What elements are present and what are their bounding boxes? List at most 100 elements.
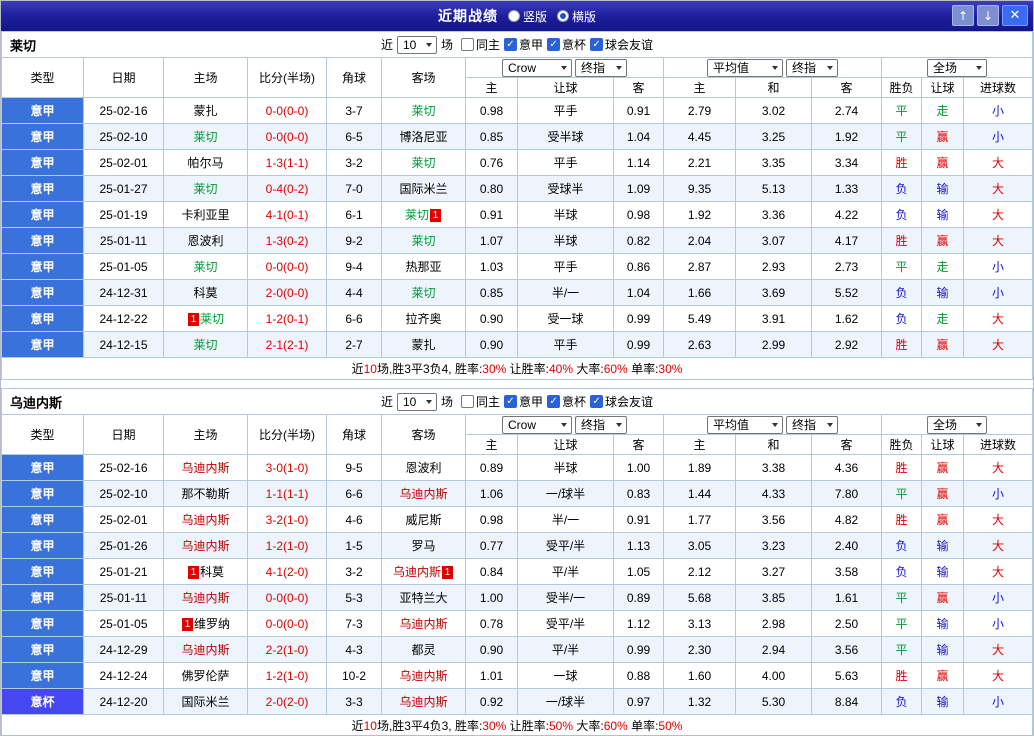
summary-part: 10 — [363, 719, 377, 733]
odds-stage-select[interactable]: 终指 — [575, 415, 627, 434]
avg-draw-odds-cell: 3.07 — [735, 227, 812, 254]
result-cell: 平 — [881, 123, 922, 150]
layout-radio-checked[interactable]: 横版 — [557, 8, 596, 25]
col-header-away: 客场 — [381, 414, 466, 455]
filter-checkbox[interactable]: ✓ 意杯 — [547, 393, 586, 410]
matches-label: 场 — [440, 38, 453, 52]
team-name: 莱切 — [193, 182, 218, 196]
away-odds-cell: 0.99 — [613, 331, 664, 358]
match-count-select[interactable]: 10 — [396, 35, 437, 54]
dropdown-arrow-icon — [772, 423, 778, 430]
league-type-cell: 意甲 — [1, 584, 84, 611]
avg-home-odds-cell: 1.60 — [663, 662, 736, 689]
match-row: 意甲 24-12-31 科莫 2-0(0-0) 4-4 莱切 0.85 半/一 … — [1, 279, 1033, 306]
match-row: 意甲 25-01-11 恩波利 1-3(0-2) 9-2 莱切 1.07 半球 … — [1, 227, 1033, 254]
team-name: 罗马 — [411, 539, 436, 553]
filter-checkbox[interactable]: ✓ 意甲 — [504, 36, 543, 53]
corner-cell: 1-5 — [326, 532, 382, 559]
avg-home-odds-cell: 2.21 — [663, 149, 736, 176]
avg-draw-odds-cell: 4.33 — [735, 480, 812, 507]
filter-checkbox[interactable]: 同主 — [460, 36, 500, 53]
goals-result-cell: 大 — [963, 662, 1033, 689]
date-cell: 24-12-29 — [83, 636, 164, 663]
bookmaker-select[interactable]: Crow — [502, 415, 572, 434]
col-header-home: 主场 — [163, 57, 248, 98]
checkbox-label: 意杯 — [562, 395, 587, 409]
team-name: 莱切 — [411, 234, 436, 248]
scope-select[interactable]: 全场 — [927, 415, 987, 434]
filter-checkbox[interactable]: ✓ 球会友谊 — [590, 36, 653, 53]
avg-home-odds-cell: 4.45 — [663, 123, 736, 150]
average-select[interactable]: 平均值 — [707, 58, 783, 77]
subcol-avg-draw: 和 — [735, 77, 812, 98]
match-row: 意甲 25-01-05 莱切 0-0(0-0) 9-4 热那亚 1.03 平手 … — [1, 253, 1033, 280]
team-name-heading: 莱切 — [10, 38, 37, 53]
handicap-cell: 受半球 — [517, 123, 614, 150]
avg-home-odds-cell: 1.92 — [663, 201, 736, 228]
handicap-result-cell: 赢 — [921, 454, 964, 481]
goals-result-cell: 大 — [963, 331, 1033, 358]
handicap-cell: 受平/半 — [517, 532, 614, 559]
close-button[interactable]: ✕ — [1002, 5, 1028, 26]
filter-checkbox[interactable]: ✓ 球会友谊 — [590, 393, 653, 410]
corner-cell: 6-6 — [326, 480, 382, 507]
summary-part: 让胜率: — [506, 362, 549, 376]
filter-checkbox[interactable]: 同主 — [460, 393, 500, 410]
checkbox-label: 意甲 — [519, 395, 544, 409]
subcol-handicap-result: 让球 — [921, 434, 964, 455]
avg-home-odds-cell: 5.68 — [663, 584, 736, 611]
match-count-select[interactable]: 10 — [396, 392, 437, 411]
avg-odds-stage-select[interactable]: 终指 — [786, 58, 838, 77]
date-cell: 24-12-20 — [83, 688, 164, 715]
corner-cell: 4-4 — [326, 279, 382, 306]
scroll-up-button[interactable]: ↑ — [952, 5, 974, 26]
dropdown-arrow-icon — [561, 423, 567, 430]
average-select[interactable]: 平均值 — [707, 415, 783, 434]
avg-odds-stage-select[interactable]: 终指 — [786, 415, 838, 434]
subcol-home-odds: 主 — [465, 77, 518, 98]
handicap-result-cell: 赢 — [921, 506, 964, 533]
odds-stage-select[interactable]: 终指 — [575, 58, 627, 77]
avg-away-odds-cell: 5.63 — [811, 662, 882, 689]
goals-result-cell: 小 — [963, 584, 1033, 611]
dropdown-arrow-icon — [976, 66, 982, 73]
avg-away-odds-cell: 2.50 — [811, 610, 882, 637]
filter-checkbox[interactable]: ✓ 意甲 — [504, 393, 543, 410]
score-cell: 1-2(0-1) — [247, 305, 327, 332]
red-card-badge: 1 — [430, 209, 441, 223]
col-header-type: 类型 — [1, 414, 84, 455]
away-team-cell: 博洛尼亚 — [381, 123, 466, 150]
checkbox-checked-icon: ✓ — [504, 38, 517, 51]
goals-result-cell: 大 — [963, 227, 1033, 254]
checkbox-checked-icon: ✓ — [590, 38, 604, 51]
league-type-cell: 意甲 — [1, 558, 84, 585]
result-cell: 负 — [881, 532, 922, 559]
home-odds-cell: 0.92 — [465, 688, 518, 715]
summary-part: 场,胜3平3负4, 胜率: — [376, 362, 483, 376]
corner-cell: 3-3 — [326, 688, 382, 715]
score-cell: 1-2(1-0) — [247, 662, 327, 689]
home-team-cell: 乌迪内斯 — [163, 584, 248, 611]
home-odds-cell: 0.77 — [465, 532, 518, 559]
away-odds-cell: 0.89 — [613, 584, 664, 611]
away-odds-cell: 0.98 — [613, 201, 664, 228]
team-name: 亚特兰大 — [399, 591, 448, 605]
bookmaker-select[interactable]: Crow — [502, 58, 572, 77]
score-cell: 3-0(1-0) — [247, 454, 327, 481]
filter-checkbox[interactable]: ✓ 意杯 — [547, 36, 586, 53]
home-odds-cell: 1.01 — [465, 662, 518, 689]
layout-radio-unchecked[interactable]: 竖版 — [507, 8, 547, 25]
avg-away-odds-cell: 3.58 — [811, 558, 882, 585]
scope-select[interactable]: 全场 — [927, 58, 987, 77]
scroll-down-button[interactable]: ↓ — [977, 5, 999, 26]
radio-label: 竖版 — [522, 9, 547, 24]
match-row: 意甲 25-02-01 乌迪内斯 3-2(1-0) 4-6 威尼斯 0.98 半… — [1, 506, 1033, 533]
home-team-cell: 佛罗伦萨 — [163, 662, 248, 689]
team-name: 乌迪内斯 — [181, 461, 230, 475]
avg-draw-odds-cell: 5.30 — [735, 688, 812, 715]
corner-cell: 3-2 — [326, 149, 382, 176]
checkbox-label: 球会友谊 — [605, 38, 654, 52]
score-cell: 0-0(0-0) — [247, 584, 327, 611]
subcol-goals-result: 进球数 — [963, 434, 1033, 455]
avg-away-odds-cell: 1.33 — [811, 175, 882, 202]
